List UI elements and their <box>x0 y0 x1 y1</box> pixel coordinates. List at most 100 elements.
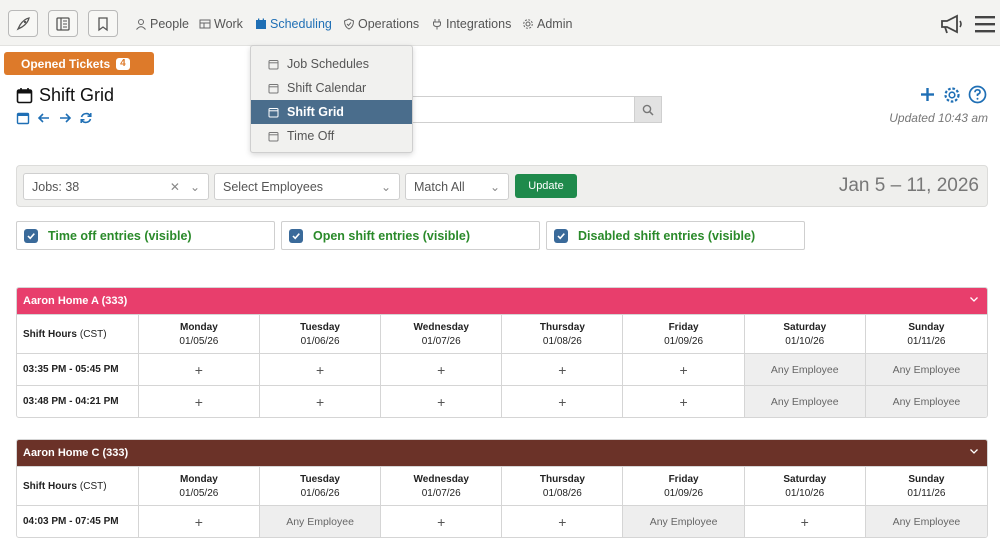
day-name: Friday <box>668 321 699 333</box>
opened-tickets-label: Opened Tickets <box>21 56 111 71</box>
grid-title: Aaron Home C (333) <box>23 447 129 459</box>
grid-day-header-row: Shift Hours (CST) Monday 01/05/26 Tuesday 0… <box>17 314 987 353</box>
add-shift-cell[interactable]: + <box>381 506 503 537</box>
add-shift-cell[interactable]: + <box>139 386 260 417</box>
day-date: 01/06/26 <box>300 335 340 347</box>
open-shift-toggle[interactable]: Open shift entries (visible) <box>281 221 540 250</box>
opened-tickets-button[interactable]: Opened Tickets 4 <box>4 52 154 75</box>
day-name: Monday <box>179 321 218 333</box>
day-date: 01/10/26 <box>785 335 825 347</box>
nav-admin[interactable]: Admin <box>522 17 572 31</box>
time-off-toggle[interactable]: Time off entries (visible) <box>16 221 275 250</box>
dropdown-item-shift-grid[interactable]: Shift Grid <box>251 100 412 124</box>
bookmark-icon[interactable] <box>88 10 118 37</box>
checkbox-checked-icon[interactable] <box>554 228 568 243</box>
clear-icon[interactable]: ✕ <box>170 180 180 194</box>
search-input[interactable] <box>412 96 634 123</box>
day-header-friday: Friday 01/09/26 <box>623 467 745 505</box>
plug-icon <box>433 19 441 30</box>
open-shift-cell[interactable]: Any Employee <box>623 506 745 537</box>
refresh-icon[interactable] <box>79 111 93 125</box>
checkbox-checked-icon[interactable] <box>289 228 303 243</box>
search-button[interactable] <box>634 96 662 123</box>
help-icon[interactable] <box>968 85 987 104</box>
add-shift-cell[interactable]: + <box>381 386 503 417</box>
arrow-right-icon[interactable] <box>58 111 72 125</box>
timezone-label: (CST) <box>79 328 107 340</box>
nav-work-label: Work <box>214 17 243 31</box>
open-shift-cell[interactable]: Any Employee <box>259 506 382 537</box>
add-shift-cell[interactable]: + <box>623 354 745 385</box>
work-icon <box>199 19 211 29</box>
add-shift-cell[interactable]: + <box>502 354 624 385</box>
filter-bar: Jobs: 38 ✕ ⌄ Select Employees ⌄ Match All… <box>16 165 988 207</box>
calendar-picker-icon[interactable] <box>16 111 30 125</box>
calendar-icon <box>268 59 279 69</box>
jobs-select[interactable]: Jobs: 38 ✕ ⌄ <box>23 173 209 200</box>
day-header-wednesday: Wednesday 01/07/26 <box>381 315 503 353</box>
open-shift-cell[interactable]: Any Employee <box>865 354 987 385</box>
add-shift-cell[interactable]: + <box>139 354 260 385</box>
add-shift-cell[interactable]: + <box>260 386 382 417</box>
match-select[interactable]: Match All ⌄ <box>405 173 509 200</box>
checkbox-checked-icon[interactable] <box>24 228 38 243</box>
dropdown-item-job-schedules[interactable]: Job Schedules <box>251 52 412 76</box>
calendar-icon <box>268 107 279 117</box>
dashboard-icon[interactable] <box>48 10 78 37</box>
nav-work[interactable]: Work <box>199 17 243 31</box>
add-icon[interactable] <box>919 86 936 103</box>
day-name: Monday <box>179 473 218 485</box>
open-shift-cell[interactable]: Any Employee <box>865 386 987 417</box>
nav-people[interactable]: People <box>135 17 189 31</box>
chevron-down-icon[interactable] <box>969 446 979 459</box>
nav-admin-label: Admin <box>537 17 573 31</box>
grid-header[interactable]: Aaron Home A (333) <box>17 288 987 314</box>
update-button[interactable]: Update <box>515 174 577 198</box>
dropdown-item-label: Time Off <box>287 129 335 143</box>
grid-day-header-row: Shift Hours (CST) Monday 01/05/26 Tuesday 0… <box>17 466 987 505</box>
time-off-toggle-label: Time off entries (visible) <box>48 228 192 243</box>
add-shift-cell[interactable]: + <box>623 386 745 417</box>
nav-scheduling[interactable]: Scheduling <box>255 17 332 31</box>
day-header-sunday: Sunday 01/11/26 <box>866 467 987 505</box>
add-shift-cell[interactable]: + <box>502 386 624 417</box>
menu-icon[interactable] <box>974 14 996 37</box>
add-shift-cell[interactable]: + <box>381 354 503 385</box>
nav-people-label: People <box>150 17 189 31</box>
megaphone-icon[interactable] <box>940 13 964 38</box>
dropdown-item-shift-calendar[interactable]: Shift Calendar <box>251 76 412 100</box>
day-name: Wednesday <box>413 321 469 333</box>
nav-integrations[interactable]: Integrations <box>431 17 511 31</box>
day-header-thursday: Thursday 01/08/26 <box>502 315 624 353</box>
shift-time: 04:03 PM - 07:45 PM <box>17 506 139 537</box>
add-shift-cell[interactable]: + <box>502 506 624 537</box>
day-header-monday: Monday 01/05/26 <box>139 315 260 353</box>
employees-select[interactable]: Select Employees ⌄ <box>214 173 400 200</box>
open-shift-cell[interactable]: Any Employee <box>865 506 987 537</box>
arrow-left-icon[interactable] <box>37 111 51 125</box>
day-name: Sunday <box>908 473 945 485</box>
grid-header[interactable]: Aaron Home C (333) <box>17 440 987 466</box>
calendar-icon <box>256 18 266 29</box>
person-icon <box>136 19 146 30</box>
calendar-icon <box>268 83 279 93</box>
chevron-down-icon[interactable] <box>969 294 979 307</box>
nav-operations[interactable]: Operations <box>343 17 419 31</box>
rocket-icon[interactable] <box>8 10 38 37</box>
employees-select-placeholder: Select Employees <box>223 179 324 194</box>
date-range: Jan 5 – 11, 2026 <box>838 175 979 196</box>
settings-icon[interactable] <box>943 86 961 104</box>
day-date: 01/09/26 <box>664 335 704 347</box>
open-shift-cell[interactable]: Any Employee <box>744 354 866 385</box>
add-shift-cell[interactable]: + <box>745 506 866 537</box>
shift-hours-header: Shift Hours (CST) <box>17 315 139 353</box>
open-shift-cell[interactable]: Any Employee <box>744 386 866 417</box>
calendar-icon <box>16 88 33 104</box>
chevron-down-icon: ⌄ <box>489 180 500 194</box>
day-date: 01/05/26 <box>179 335 219 347</box>
add-shift-cell[interactable]: + <box>260 354 382 385</box>
add-shift-cell[interactable]: + <box>139 506 260 537</box>
opened-tickets-count: 4 <box>116 57 130 70</box>
disabled-shift-toggle[interactable]: Disabled shift entries (visible) <box>546 221 805 250</box>
dropdown-item-time-off[interactable]: Time Off <box>251 124 412 148</box>
